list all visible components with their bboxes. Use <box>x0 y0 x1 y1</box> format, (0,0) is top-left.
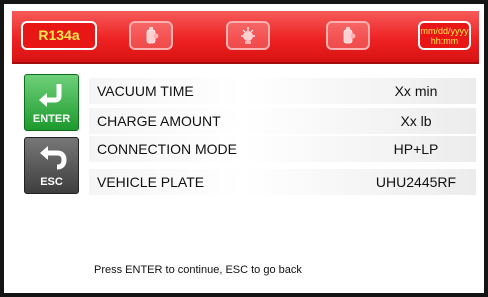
date-format-label: mm/dd/yyyy <box>420 26 469 36</box>
row-label: CONNECTION MODE <box>97 141 237 157</box>
oil-injector-button[interactable] <box>226 21 270 50</box>
row-vacuum-time[interactable]: VACUUM TIME Xx min <box>89 78 476 104</box>
esc-label: ESC <box>40 176 63 188</box>
esc-button[interactable]: ESC <box>24 137 79 194</box>
screen-frame: R134a mm/dd/yyyy hh:mm ENTER ESC VACUUM … <box>0 0 488 297</box>
enter-button[interactable]: ENTER <box>24 74 79 131</box>
top-status-bar: R134a mm/dd/yyyy hh:mm <box>12 11 479 64</box>
row-value: UHU2445RF <box>375 174 457 190</box>
enter-label: ENTER <box>32 113 71 125</box>
row-connection-mode[interactable]: CONNECTION MODE HP+LP <box>89 136 476 162</box>
refrigerant-bottle-button[interactable] <box>129 21 173 50</box>
back-arrow-icon <box>40 146 67 170</box>
refrigerant-bottle-button-2[interactable] <box>326 21 370 50</box>
row-value: Xx min <box>394 83 438 99</box>
date-time-badge[interactable]: mm/dd/yyyy hh:mm <box>418 21 471 50</box>
row-charge-amount[interactable]: CHARGE AMOUNT Xx lb <box>89 108 476 134</box>
row-label: CHARGE AMOUNT <box>97 113 221 129</box>
row-vehicle-plate[interactable]: VEHICLE PLATE UHU2445RF <box>89 169 476 195</box>
footer-hint: Press ENTER to continue, ESC to go back <box>94 264 302 276</box>
row-label: VACUUM TIME <box>97 83 194 99</box>
time-format-label: hh:mm <box>430 36 459 46</box>
refrigerant-bottle-icon <box>146 27 159 44</box>
enter-arrow-icon <box>39 84 62 107</box>
row-label: VEHICLE PLATE <box>97 174 205 190</box>
refrigerant-label: R134a <box>38 27 80 43</box>
row-value: HP+LP <box>393 141 439 157</box>
row-value: Xx lb <box>400 113 432 129</box>
refrigerant-bottle-icon <box>343 27 356 44</box>
oil-injector-icon <box>241 27 255 44</box>
refrigerant-badge: R134a <box>21 21 97 50</box>
